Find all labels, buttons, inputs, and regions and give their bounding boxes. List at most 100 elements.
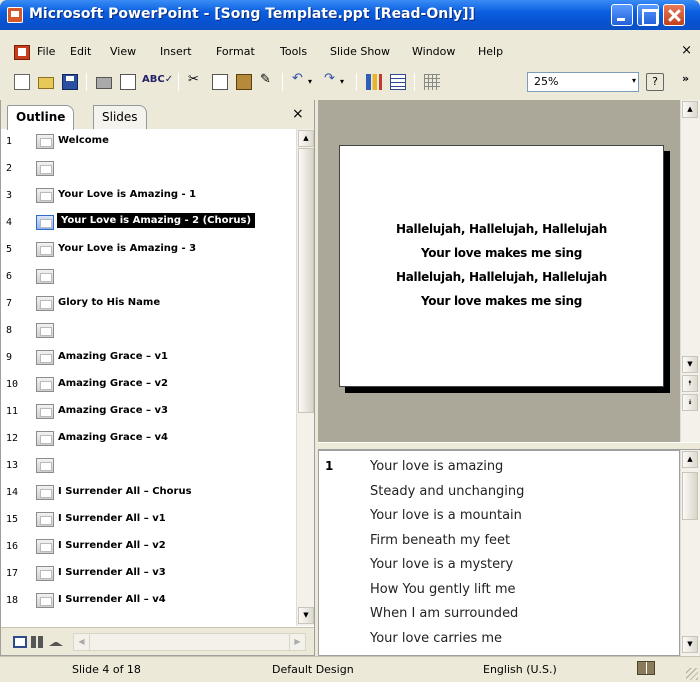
powerpoint-app-icon[interactable] xyxy=(7,7,23,23)
slide-icon[interactable] xyxy=(36,323,54,338)
close-pane-icon[interactable]: × xyxy=(292,106,304,122)
slide-title[interactable]: Glory to His Name xyxy=(58,297,160,308)
scroll-thumb[interactable] xyxy=(298,148,314,413)
redo-dropdown-icon[interactable]: ▾ xyxy=(340,77,356,93)
close-window-button[interactable] xyxy=(663,4,685,26)
slide-icon[interactable] xyxy=(36,431,54,446)
slide-title[interactable]: Amazing Grace – v2 xyxy=(58,378,168,389)
tab-outline[interactable]: Outline xyxy=(7,105,75,130)
scroll-left-icon[interactable]: ◀ xyxy=(74,634,90,650)
scroll-thumb[interactable] xyxy=(682,472,698,520)
menu-slide-show[interactable]: Slide Show xyxy=(330,45,390,58)
document-icon[interactable] xyxy=(14,45,30,60)
menu-help[interactable]: Help xyxy=(478,45,503,58)
outline-slide-row[interactable]: 12 Amazing Grace – v4 xyxy=(1,426,296,453)
notes-vertical-scrollbar[interactable]: ▲ ▼ xyxy=(680,450,700,656)
outline-slide-row[interactable]: 15 I Surrender All – v1 xyxy=(1,507,296,534)
minimize-button[interactable] xyxy=(611,4,633,26)
outline-slide-row[interactable]: 13 xyxy=(1,453,296,480)
tab-slides[interactable]: Slides xyxy=(93,105,147,129)
scroll-right-icon[interactable]: ▶ xyxy=(289,634,305,650)
new-icon[interactable] xyxy=(14,74,30,90)
pane-splitter[interactable] xyxy=(318,442,700,450)
slide-title[interactable]: I Surrender All – Chorus xyxy=(58,486,192,497)
slide-icon[interactable] xyxy=(36,539,54,554)
scroll-down-icon[interactable]: ▼ xyxy=(682,636,698,653)
slide-icon[interactable] xyxy=(36,377,54,392)
language-status[interactable]: English (U.S.) xyxy=(483,663,557,676)
grid-icon[interactable] xyxy=(424,74,440,90)
slide-icon[interactable] xyxy=(36,404,54,419)
undo-dropdown-icon[interactable]: ▾ xyxy=(308,77,324,93)
zoom-select[interactable]: 25% ▾ xyxy=(527,72,639,92)
open-icon[interactable] xyxy=(38,77,54,89)
outline-slide-row[interactable]: 1 Welcome xyxy=(1,129,296,156)
slide-title[interactable]: Your Love is Amazing - 1 xyxy=(58,189,196,200)
design-status[interactable]: Default Design xyxy=(272,663,354,676)
slide-icon[interactable] xyxy=(36,512,54,527)
format-painter-icon[interactable]: ✎ xyxy=(260,72,276,88)
slide-icon[interactable] xyxy=(36,188,54,203)
slide-title[interactable]: Amazing Grace – v4 xyxy=(58,432,168,443)
slide-title[interactable]: I Surrender All – v1 xyxy=(58,513,166,524)
outline-slide-row[interactable]: 5 Your Love is Amazing - 3 xyxy=(1,237,296,264)
outline-vertical-scrollbar[interactable]: ▲ ▼ xyxy=(296,129,314,626)
menu-tools[interactable]: Tools xyxy=(280,45,307,58)
slide-icon[interactable] xyxy=(36,593,54,608)
previous-slide-icon[interactable]: ⯭ xyxy=(682,375,698,392)
scroll-up-icon[interactable]: ▲ xyxy=(682,101,698,118)
close-document-icon[interactable]: × xyxy=(681,43,692,58)
slide-title[interactable]: Amazing Grace – v3 xyxy=(58,405,168,416)
slide-icon[interactable] xyxy=(36,215,54,230)
slide-title[interactable]: Amazing Grace – v1 xyxy=(58,351,168,362)
normal-view-icon[interactable] xyxy=(13,636,27,648)
outline-slide-row[interactable]: 4 Your Love is Amazing - 2 (Chorus) xyxy=(1,210,296,237)
redo-icon[interactable]: ↷ xyxy=(324,71,340,87)
outline-slide-row[interactable]: 17 I Surrender All – v3 xyxy=(1,561,296,588)
spelling-icon[interactable]: ABC✓ xyxy=(142,74,173,90)
slide-title[interactable]: I Surrender All – v4 xyxy=(58,594,166,605)
menu-window[interactable]: Window xyxy=(412,45,455,58)
slide-title[interactable]: Welcome xyxy=(58,135,109,146)
outline-horizontal-scrollbar[interactable]: ◀ ▶ xyxy=(73,633,306,651)
outline-slide-row[interactable]: 18 I Surrender All – v4 xyxy=(1,588,296,615)
slide-title[interactable]: I Surrender All – v3 xyxy=(58,567,166,578)
slide-icon[interactable] xyxy=(36,242,54,257)
slide-icon[interactable] xyxy=(36,485,54,500)
spelling-status-icon[interactable] xyxy=(637,661,655,675)
title-bar[interactable]: Microsoft PowerPoint - [Song Template.pp… xyxy=(0,0,700,30)
table-icon[interactable] xyxy=(390,74,406,90)
slide-icon[interactable] xyxy=(36,161,54,176)
slide-title[interactable]: I Surrender All – v2 xyxy=(58,540,166,551)
menu-insert[interactable]: Insert xyxy=(160,45,192,58)
cut-icon[interactable]: ✂ xyxy=(188,72,204,88)
slide-icon[interactable] xyxy=(36,350,54,365)
maximize-button[interactable] xyxy=(637,4,659,26)
chevron-down-icon[interactable]: ▾ xyxy=(632,76,636,85)
slide-icon[interactable] xyxy=(36,458,54,473)
undo-icon[interactable]: ↶ xyxy=(292,71,308,87)
outline-slide-row[interactable]: 8 xyxy=(1,318,296,345)
scroll-up-icon[interactable]: ▲ xyxy=(682,451,698,468)
slide-icon[interactable] xyxy=(36,134,54,149)
outline-slide-row[interactable]: 11 Amazing Grace – v3 xyxy=(1,399,296,426)
slide-vertical-scrollbar[interactable]: ▲ ▼ ⯭ ⯯ xyxy=(680,100,700,442)
scroll-down-icon[interactable]: ▼ xyxy=(682,356,698,373)
outline-slide-row[interactable]: 6 xyxy=(1,264,296,291)
resize-grip[interactable] xyxy=(686,668,698,680)
slide-sorter-view-icon[interactable] xyxy=(31,636,45,648)
print-preview-icon[interactable] xyxy=(120,74,136,90)
outline-slide-row[interactable]: 9 Amazing Grace – v1 xyxy=(1,345,296,372)
scroll-down-icon[interactable]: ▼ xyxy=(298,607,314,624)
menu-view[interactable]: View xyxy=(110,45,136,58)
menu-format[interactable]: Format xyxy=(216,45,255,58)
outline-slide-row[interactable]: 7 Glory to His Name xyxy=(1,291,296,318)
paste-icon[interactable] xyxy=(236,74,252,90)
outline-slide-row[interactable]: 2 xyxy=(1,156,296,183)
outline-slide-row[interactable]: 3 Your Love is Amazing - 1 xyxy=(1,183,296,210)
next-slide-icon[interactable]: ⯯ xyxy=(682,394,698,411)
outline-list[interactable]: 1 Welcome 2 3 Your Love is Amazing - 1 4 Your … xyxy=(1,129,296,626)
menu-file[interactable]: File xyxy=(37,45,55,58)
slide-title[interactable]: Your Love is Amazing - 2 (Chorus) xyxy=(57,213,256,228)
save-icon[interactable] xyxy=(62,74,78,90)
